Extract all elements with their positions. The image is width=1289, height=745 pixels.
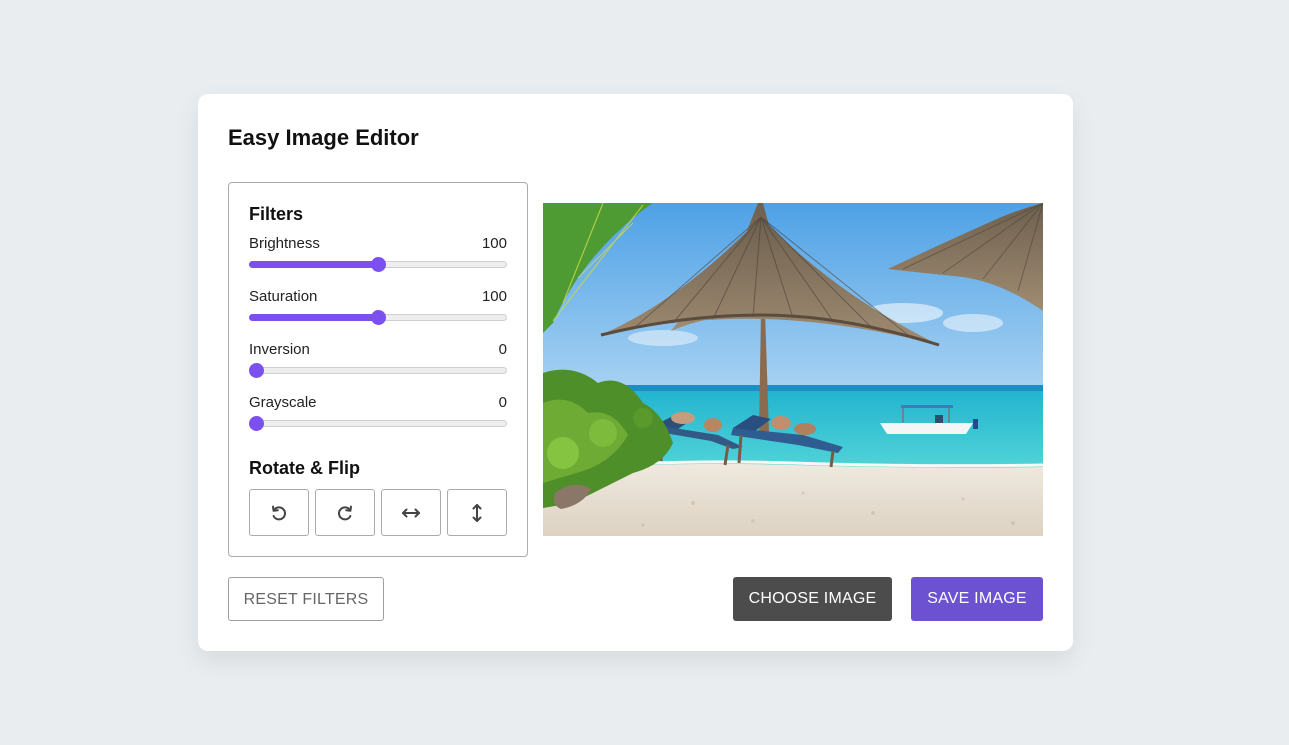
- beach-photo: [543, 203, 1043, 536]
- grayscale-value: 0: [498, 394, 507, 411]
- brightness-slider-thumb[interactable]: [371, 257, 386, 272]
- inversion-label: Inversion: [249, 341, 310, 358]
- inversion-slider[interactable]: [249, 367, 507, 374]
- saturation-slider-row: Saturation 100: [249, 288, 507, 330]
- saturation-label: Saturation: [249, 288, 318, 305]
- inversion-slider-thumb[interactable]: [249, 363, 264, 378]
- image-preview: [543, 203, 1043, 536]
- rotate-left-icon: [272, 505, 286, 520]
- inversion-slider-row: Inversion 0: [249, 341, 507, 383]
- grayscale-slider-thumb[interactable]: [249, 416, 264, 431]
- page-title: Easy Image Editor: [228, 125, 419, 150]
- save-image-button[interactable]: SAVE IMAGE: [911, 577, 1043, 621]
- flip-vertical-icon: [472, 503, 482, 522]
- rotate-flip-heading: Rotate & Flip: [249, 458, 360, 478]
- grayscale-slider[interactable]: [249, 420, 507, 427]
- rotate-left-button[interactable]: [249, 489, 309, 536]
- inversion-value: 0: [498, 341, 507, 358]
- rotate-flip-buttons: [249, 489, 507, 536]
- saturation-value: 100: [481, 288, 507, 305]
- flip-horizontal-button[interactable]: [381, 489, 441, 536]
- saturation-slider-thumb[interactable]: [371, 310, 386, 325]
- reset-filters-button[interactable]: RESET FILTERS: [228, 577, 384, 621]
- brightness-value: 100: [481, 235, 507, 252]
- brightness-slider-fill: [249, 261, 378, 268]
- grayscale-slider-row: Grayscale 0: [249, 394, 507, 436]
- filters-heading: Filters: [249, 204, 304, 224]
- rotate-right-button[interactable]: [315, 489, 375, 536]
- controls-panel: Filters Brightness 100 Saturation 100 In…: [228, 182, 528, 557]
- choose-image-button[interactable]: CHOOSE IMAGE: [733, 577, 892, 621]
- flip-vertical-button[interactable]: [447, 489, 507, 536]
- flip-horizontal-icon: [402, 508, 420, 517]
- editor-card: Easy Image Editor Filters Brightness 100…: [198, 94, 1073, 651]
- brightness-slider-row: Brightness 100: [249, 235, 507, 277]
- rotate-right-icon: [338, 505, 352, 520]
- brightness-label: Brightness: [249, 235, 320, 252]
- saturation-slider-fill: [249, 314, 378, 321]
- grayscale-label: Grayscale: [249, 394, 317, 411]
